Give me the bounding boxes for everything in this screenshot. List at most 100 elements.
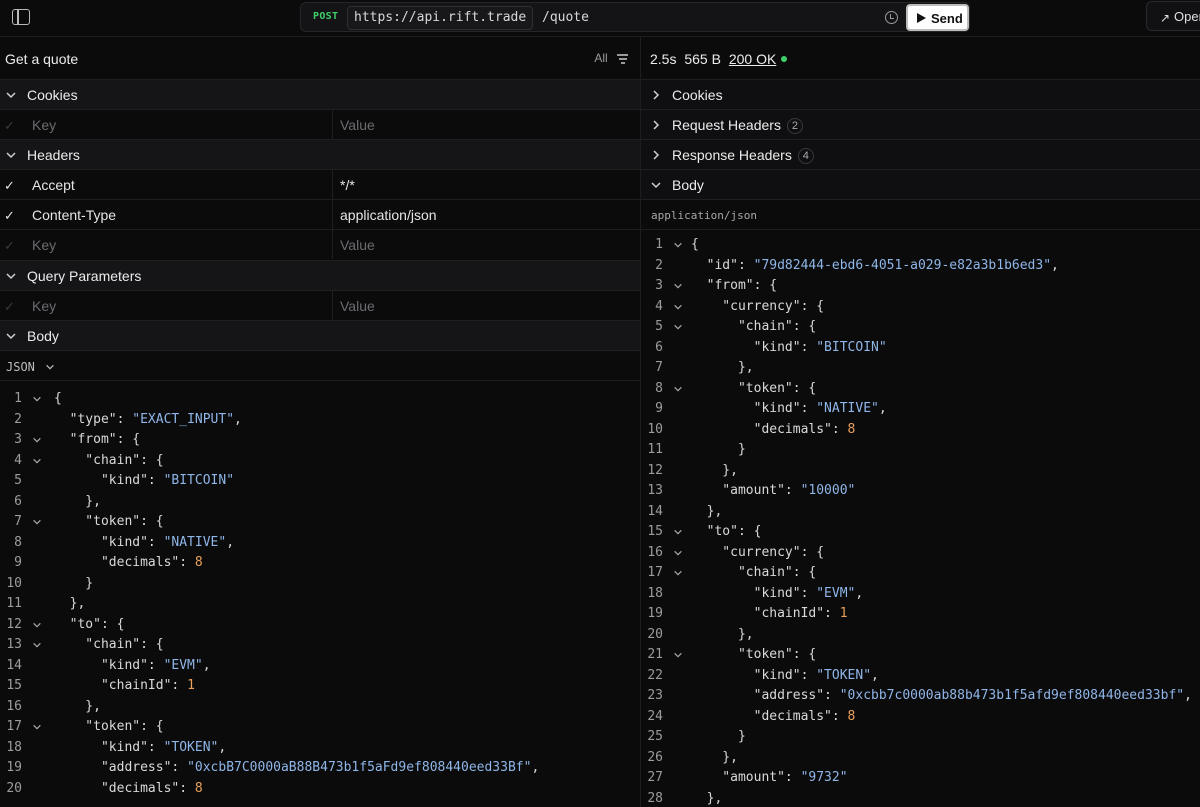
code-line: 7 },	[641, 358, 1200, 379]
chevron-down-icon[interactable]	[673, 302, 683, 312]
chevron-down-icon[interactable]	[32, 456, 42, 466]
chevron-down-icon[interactable]	[673, 548, 683, 558]
body-format-select[interactable]: JSON	[6, 360, 55, 374]
check-icon[interactable]: ✓	[4, 299, 15, 315]
code-text: "currency": {	[691, 543, 824, 564]
chevron-down-icon[interactable]	[32, 620, 42, 630]
url-bar[interactable]: POST https://api.rift.trade /quote Send	[300, 2, 970, 32]
code-line: 3 "from": {	[641, 276, 1200, 297]
chevron-down-icon[interactable]	[32, 640, 42, 650]
status-code[interactable]: 200 OK	[729, 51, 776, 67]
chevron-down-icon[interactable]	[673, 322, 683, 332]
line-number: 11	[6, 596, 22, 611]
http-method[interactable]: POST	[313, 11, 338, 22]
body-format-bar	[0, 350, 640, 381]
chevron-down-icon[interactable]	[32, 435, 42, 445]
chevron-down-icon	[651, 182, 661, 189]
header-key[interactable]: Accept	[32, 177, 75, 193]
check-icon[interactable]: ✓	[4, 208, 15, 224]
top-toolbar: POST https://api.rift.trade /quote Send …	[0, 0, 1200, 37]
response-section-cookies[interactable]: Cookies	[641, 79, 1200, 109]
code-line: 12 },	[641, 461, 1200, 482]
punct-token: "token": {	[54, 719, 164, 734]
code-line: 6 "kind": "BITCOIN"	[641, 338, 1200, 359]
chevron-down-icon[interactable]	[673, 384, 683, 394]
value-input[interactable]: Value	[340, 298, 375, 314]
response-body-viewer[interactable]: 1{2 "id": "79d82444-ebd6-4051-a029-e82a3…	[641, 235, 1200, 807]
check-icon[interactable]: ✓	[4, 178, 15, 194]
code-text: "id": "79d82444-ebd6-4051-a029-e82a3b1b6…	[691, 256, 1059, 277]
section-body[interactable]: Body	[0, 320, 640, 350]
section-cookies[interactable]: Cookies	[0, 79, 640, 109]
line-number: 1	[14, 391, 22, 406]
punct-token: "chainId":	[54, 678, 188, 693]
url-base-variable[interactable]: https://api.rift.trade	[347, 6, 534, 30]
section-query-parameters[interactable]: Query Parameters	[0, 260, 640, 290]
header-key[interactable]: Content-Type	[32, 207, 116, 223]
punct-token: "to": {	[54, 616, 125, 632]
code-text: },	[54, 594, 86, 615]
response-section-request-headers[interactable]: Request Headers 2	[641, 109, 1200, 139]
key-input[interactable]: Key	[32, 237, 56, 253]
line-number: 8	[14, 534, 22, 550]
line-number: 18	[6, 739, 22, 755]
chevron-down-icon[interactable]	[32, 517, 42, 527]
chevron-down-icon[interactable]	[673, 527, 683, 537]
history-icon[interactable]	[885, 11, 898, 24]
section-filter[interactable]: All	[594, 51, 628, 65]
code-line: 4 "chain": {	[0, 451, 640, 472]
chevron-down-icon[interactable]	[673, 240, 683, 250]
check-icon[interactable]: ✓	[4, 118, 15, 134]
key-input[interactable]: Key	[32, 298, 56, 314]
send-button[interactable]: Send	[906, 4, 969, 31]
punct-token: ,	[1184, 688, 1192, 703]
sidebar-toggle-icon[interactable]	[12, 9, 30, 25]
request-title: Get a quote	[5, 51, 79, 67]
key-input[interactable]: Key	[32, 117, 56, 133]
response-section-response-headers[interactable]: Response Headers 4	[641, 139, 1200, 169]
code-line: 16 },	[0, 697, 640, 718]
open-button[interactable]: ↗ Open	[1146, 1, 1200, 31]
code-line: 2 "type": "EXACT_INPUT",	[0, 410, 640, 431]
punct-token: "id":	[691, 257, 754, 273]
code-text: "chain": {	[54, 635, 164, 656]
code-text: },	[691, 502, 723, 523]
code-text: "chain": {	[54, 451, 163, 472]
chevron-down-icon[interactable]	[32, 394, 42, 404]
code-line: 9 "decimals": 8	[0, 553, 640, 574]
count-badge: 2	[786, 118, 803, 134]
code-text: "chain": {	[691, 317, 816, 338]
chevron-down-icon[interactable]	[32, 722, 42, 732]
value-input[interactable]: Value	[340, 117, 375, 133]
punct-token: ,	[226, 534, 235, 550]
line-number: 2	[14, 411, 22, 427]
string-token: "TOKEN"	[816, 667, 872, 683]
header-value[interactable]: */*	[340, 177, 355, 193]
header-value[interactable]: application/json	[340, 207, 437, 223]
code-line: 3 "from": {	[0, 430, 640, 451]
send-button-label: Send	[931, 11, 963, 26]
value-input[interactable]: Value	[340, 237, 375, 253]
response-section-body[interactable]: Body	[641, 169, 1200, 199]
check-icon[interactable]: ✓	[4, 238, 15, 254]
arrow-up-right-icon: ↗	[1160, 11, 1171, 25]
chevron-down-icon[interactable]	[673, 568, 683, 578]
punct-token: "chain": {	[54, 637, 164, 652]
code-text: "chainId": 1	[54, 676, 195, 697]
url-path-input[interactable]: /quote	[542, 6, 589, 30]
code-line: 21 "token": {	[641, 645, 1200, 666]
punct-token: "kind":	[691, 585, 817, 601]
chevron-down-icon[interactable]	[673, 281, 683, 291]
code-text: "currency": {	[691, 297, 824, 318]
punct-token: "amount":	[691, 483, 801, 498]
response-size: 565 B	[684, 51, 721, 67]
chevron-down-icon	[46, 364, 54, 370]
response-status-line: 2.5s 565 B 200 OK	[650, 51, 788, 67]
string-token: "BITCOIN"	[816, 339, 887, 355]
section-label: Query Parameters	[27, 268, 142, 284]
line-number: 7	[14, 514, 22, 529]
string-token: "NATIVE"	[163, 534, 227, 550]
request-body-editor[interactable]: 1{2 "type": "EXACT_INPUT", 3 "from": {4 "…	[0, 389, 640, 807]
section-headers[interactable]: Headers	[0, 139, 640, 169]
chevron-down-icon[interactable]	[673, 650, 683, 660]
